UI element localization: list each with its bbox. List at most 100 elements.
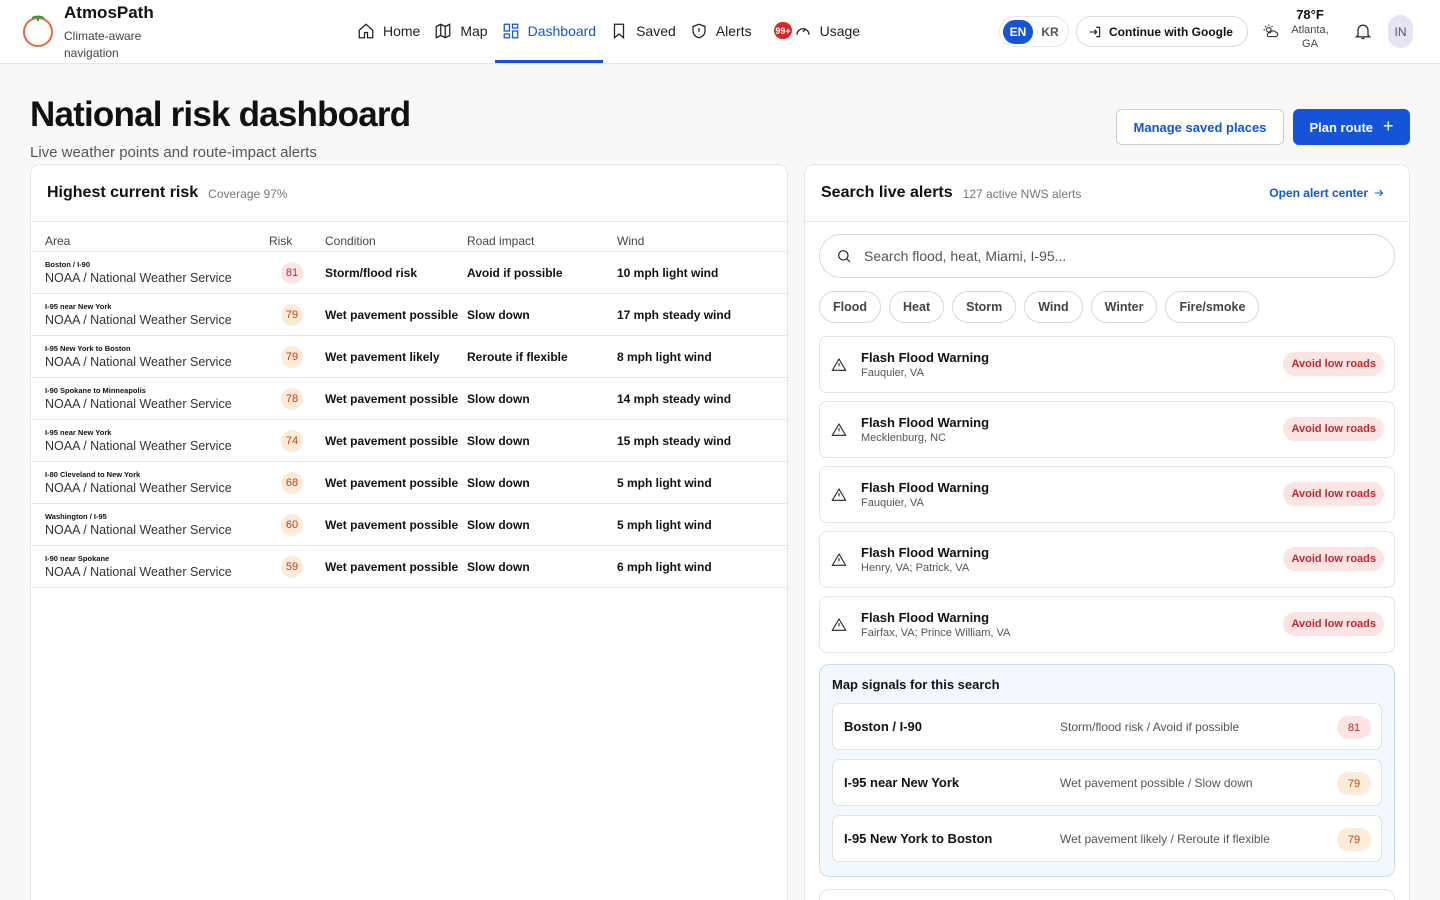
signal-area: Boston / I-90 (844, 719, 923, 734)
arrow-right-icon (1375, 189, 1384, 197)
nav-alerts[interactable]: Alerts (683, 0, 759, 62)
chip-heat[interactable]: Heat (889, 291, 945, 323)
table-row[interactable]: Boston / I-90 NOAA / National Weather Se… (31, 252, 787, 294)
col-condition-header[interactable]: Condition (325, 234, 467, 248)
area-name: Boston / I-90 (45, 259, 91, 269)
plan-route-label: Plan route (1309, 119, 1374, 135)
row-area: I-90 near Spokane NOAA / National Weathe… (31, 554, 269, 580)
alert-search-input[interactable] (864, 248, 1344, 264)
table-row[interactable]: I-95 near New York NOAA / National Weath… (31, 420, 787, 462)
risk-score-badge: 68 (281, 471, 303, 494)
alert-location: Fauquier, VA (861, 366, 924, 379)
row-area: I-95 near New York NOAA / National Weath… (31, 428, 269, 454)
table-row[interactable]: I-95 New York to Boston NOAA / National … (31, 336, 787, 378)
map-signal-row[interactable]: I-95 near New York Wet pavement possible… (832, 759, 1382, 806)
alert-title: Flash Flood Warning (861, 414, 990, 430)
page-subtitle: Live weather points and route-impact ale… (30, 144, 317, 161)
risk-score-badge: 78 (281, 387, 303, 410)
row-road-impact: Reroute if flexible (467, 349, 568, 364)
row-wind: 8 mph light wind (617, 349, 712, 364)
row-condition: Storm/flood risk (325, 265, 418, 280)
nav-saved-label: Saved (636, 23, 676, 39)
alert-list: Flash Flood Warning Fauquier, VA Avoid l… (819, 336, 1395, 661)
area-name: I-90 Spokane to Minneapolis (45, 385, 146, 395)
col-road-header[interactable]: Road impact (467, 234, 617, 248)
avatar[interactable]: IN (1388, 15, 1413, 48)
page-title: National risk dashboard (30, 95, 411, 134)
plus-icon: + (1383, 115, 1394, 136)
area-name: I-95 near New York (45, 301, 112, 311)
logo-icon[interactable] (22, 12, 54, 48)
row-area: I-80 Cleveland to New York NOAA / Nation… (31, 470, 269, 496)
col-area-header[interactable]: Area (31, 234, 269, 248)
partly-sunny-icon (1263, 24, 1279, 38)
nav-dashboard[interactable]: Dashboard (494, 0, 604, 63)
area-source: NOAA / National Weather Service (45, 438, 232, 453)
dashboard-icon (503, 23, 518, 39)
alerts-card: Search live alerts 127 active NWS alerts… (804, 164, 1410, 900)
table-row[interactable]: I-80 Cleveland to New York NOAA / Nation… (31, 462, 787, 504)
continue-with-google-button[interactable]: Continue with Google (1076, 16, 1248, 47)
warning-icon (831, 487, 847, 501)
risk-table-body: Boston / I-90 NOAA / National Weather Se… (31, 252, 787, 588)
row-condition: Wet pavement possible (325, 391, 459, 406)
row-risk: 79 (269, 303, 325, 326)
alert-title: Flash Flood Warning (861, 349, 990, 365)
nav-map[interactable]: Map (427, 0, 494, 62)
alert-item[interactable]: Flash Flood Warning Fauquier, VA Avoid l… (819, 336, 1395, 393)
signal-description: Storm/flood risk / Avoid if possible (1060, 719, 1240, 734)
alert-location: Mecklenburg, NC (861, 431, 946, 444)
risk-score-badge: 79 (281, 345, 303, 368)
risk-table-header: Area Risk Condition Road impact Wind (31, 222, 787, 252)
chip-flood[interactable]: Flood (819, 291, 882, 323)
notifications-button[interactable] (1353, 21, 1375, 43)
alert-action-badge: Avoid low roads (1283, 417, 1384, 441)
map-signal-row[interactable]: I-95 New York to Boston Wet pavement lik… (832, 815, 1382, 862)
signal-risk-badge: 81 (1337, 716, 1371, 739)
table-row[interactable]: I-90 near Spokane NOAA / National Weathe… (31, 546, 787, 588)
table-row[interactable]: Washington / I-95 NOAA / National Weathe… (31, 504, 787, 546)
row-wind: 17 mph steady wind (617, 307, 732, 322)
map-signal-row[interactable]: Boston / I-90 Storm/flood risk / Avoid i… (832, 703, 1382, 750)
plan-route-button[interactable]: Plan route + (1293, 109, 1410, 145)
lang-kr-button[interactable]: KR (1035, 20, 1065, 44)
row-wind: 5 mph light wind (617, 475, 712, 490)
alert-item[interactable]: Flash Flood Warning Mecklenburg, NC Avoi… (819, 401, 1395, 458)
row-road-impact: Slow down (467, 517, 530, 532)
manage-saved-places-button[interactable]: Manage saved places (1116, 109, 1284, 145)
table-row[interactable]: I-95 near New York NOAA / National Weath… (31, 294, 787, 336)
alert-location: Fairfax, VA; Prince William, VA (861, 626, 1011, 639)
chip-winter[interactable]: Winter (1090, 291, 1158, 323)
weather-widget[interactable]: 78°F Atlanta, GA (1262, 7, 1332, 51)
alert-item[interactable]: Flash Flood Warning Fairfax, VA; Prince … (819, 596, 1395, 653)
col-risk-header[interactable]: Risk (269, 234, 325, 248)
alert-item[interactable]: Flash Flood Warning Fauquier, VA Avoid l… (819, 466, 1395, 523)
area-source: NOAA / National Weather Service (45, 354, 232, 369)
table-row[interactable]: I-90 Spokane to Minneapolis NOAA / Natio… (31, 378, 787, 420)
chip-wind[interactable]: Wind (1024, 291, 1083, 323)
warning-icon (831, 552, 847, 566)
col-wind-header[interactable]: Wind (617, 234, 777, 248)
open-alert-center-link[interactable]: Open alert center (1269, 186, 1385, 200)
signal-risk-badge: 79 (1337, 772, 1371, 795)
row-wind: 5 mph light wind (617, 517, 712, 532)
chip-storm[interactable]: Storm (952, 291, 1017, 323)
area-name: I-95 near New York (45, 427, 112, 437)
row-condition: Wet pavement possible (325, 475, 459, 490)
nav-usage[interactable]: Usage (787, 0, 867, 62)
home-icon (358, 23, 374, 39)
area-source: NOAA / National Weather Service (45, 522, 232, 537)
google-button-label: Continue with Google (1109, 24, 1233, 39)
row-condition: Wet pavement possible (325, 517, 459, 532)
area-name: Washington / I-95 (45, 511, 107, 521)
nav-saved[interactable]: Saved (603, 0, 683, 62)
row-risk: 68 (269, 471, 325, 494)
alert-action-badge: Avoid low roads (1283, 612, 1384, 636)
next-panel (819, 889, 1395, 900)
nav-home[interactable]: Home (350, 0, 427, 62)
row-road-impact: Slow down (467, 391, 530, 406)
row-condition: Wet pavement likely (325, 349, 440, 364)
alert-item[interactable]: Flash Flood Warning Henry, VA; Patrick, … (819, 531, 1395, 588)
lang-en-button[interactable]: EN (1003, 19, 1033, 44)
chip-fire-smoke[interactable]: Fire/smoke (1165, 291, 1260, 323)
